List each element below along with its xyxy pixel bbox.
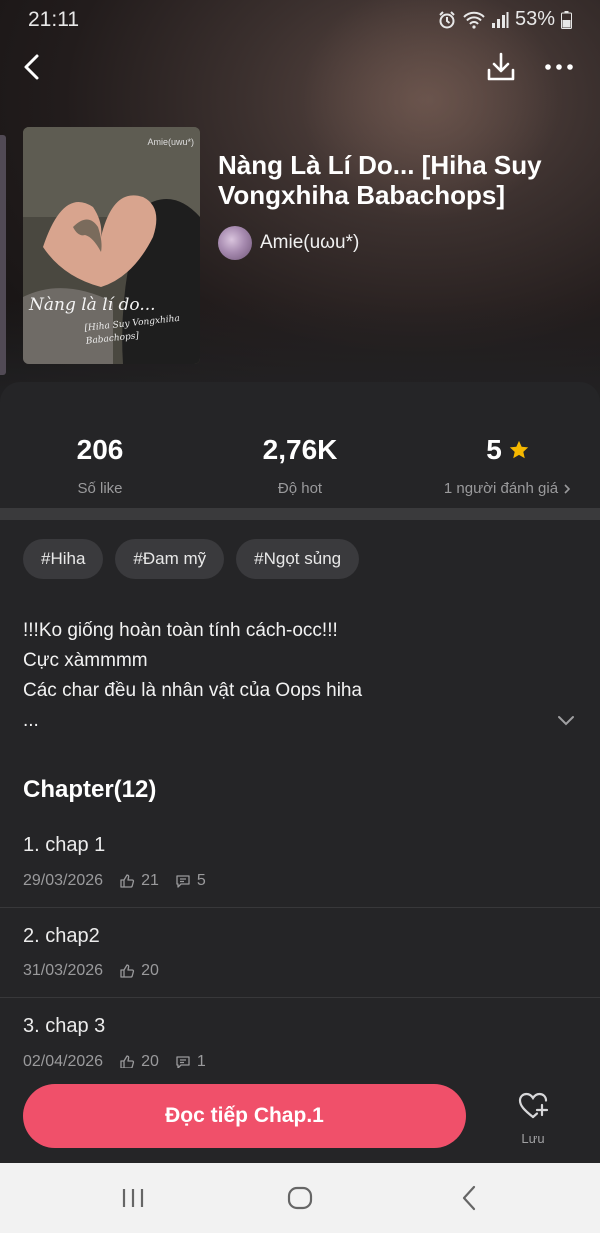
home-button[interactable] [285,1183,315,1213]
description-line: Các char đều là nhân vật của Oops hiha [23,680,363,701]
chevron-right-icon [564,483,571,494]
author-name[interactable]: Amie(uωu*) [260,232,359,254]
status-time: 21:11 [28,8,79,31]
stat-rating-label: 1 người đánh giá [443,480,559,497]
home-icon [287,1186,313,1210]
more-options-button[interactable] [540,48,578,86]
back-button[interactable] [16,50,50,84]
chapter-comments: 5 [196,872,206,889]
comment-icon [176,875,190,888]
chapters-heading: Chapter(12) [23,776,157,803]
tag-chip[interactable]: #Đam mỹ [115,539,225,579]
top-bar [0,42,600,92]
save-button[interactable]: Lưu [508,1090,558,1150]
book-cover[interactable]: Amie(uwu*) Nàng là lí do... [Hiha Suy Vo… [23,127,200,364]
chapter-likes: 20 [141,962,159,979]
content-sheet [0,382,600,1162]
stat-likes-label: Số like [77,480,123,497]
continue-reading-button[interactable]: Đọc tiếp Chap.1 [23,1084,466,1148]
back-arrow-icon [24,54,39,80]
more-dots-icon [545,64,573,70]
recent-apps-icon [122,1189,144,1207]
chapter-divider [0,907,600,908]
description-line: ... [23,710,39,731]
tag-chip[interactable]: #Ngọt sủng [236,539,360,579]
nav-back-button[interactable] [455,1183,485,1213]
author-row[interactable]: Amie(uωu*) [218,226,359,260]
battery-icon [561,10,572,29]
stat-likes-value: 206 [76,434,124,465]
section-divider [0,508,600,520]
wifi-icon [463,11,485,29]
description: !!!Ko giống hoàn toàn tính cách-occ!!! C… [23,616,543,736]
stat-hot: 2,76K Độ hot [200,434,400,497]
stat-hot-value: 2,76K [262,434,338,465]
description-line: !!!Ko giống hoàn toàn tính cách-occ!!! [23,620,338,641]
save-label: Lưu [521,1131,545,1146]
alarm-icon [439,10,455,28]
cover-author-text: Amie(uwu*) [147,137,194,147]
recent-apps-button[interactable] [118,1183,148,1213]
previous-cover-edge[interactable] [0,135,6,375]
chapter-meta: 29/03/2026 21 5 [23,872,206,890]
battery-percent: 53% [514,8,555,30]
author-avatar[interactable] [218,226,252,260]
chapter-date: 29/03/2026 [23,872,104,889]
chapter-title[interactable]: 2. chap2 [23,925,100,948]
download-icon [487,52,515,81]
cover-title-text: Nàng là lí do... [29,295,156,315]
star-icon [509,440,528,459]
like-icon [120,964,135,978]
download-button[interactable] [482,48,520,86]
chapter-title[interactable]: 1. chap 1 [23,834,105,857]
like-icon [120,874,135,888]
chapter-divider [0,997,600,998]
expand-description-button[interactable] [554,708,578,732]
tag-list: #Hiha #Đam mỹ #Ngọt sủng [23,539,360,579]
heart-plus-icon [518,1092,549,1119]
stat-rating[interactable]: 5 1 người đánh giá [408,434,600,497]
chapter-title[interactable]: 3. chap 3 [23,1015,105,1038]
system-navigation-bar [0,1163,600,1233]
status-icons: 53% [437,8,572,31]
chevron-down-icon [558,716,574,726]
description-line: Cực xàmmmm [23,650,148,671]
book-title: Nàng Là Lí Do... [Hiha Suy Vongxhiha Bab… [218,150,542,210]
signal-icon [491,11,509,28]
stat-rating-value: 5 [486,434,502,465]
chapter-likes: 21 [141,872,159,889]
tag-chip[interactable]: #Hiha [23,539,104,579]
nav-back-icon [462,1185,476,1211]
stat-hot-label: Độ hot [277,480,323,497]
status-bar: 21:11 53% [0,0,600,38]
chapter-meta: 31/03/2026 20 [23,962,159,980]
stat-likes: 206 Số like [0,434,200,497]
chapter-date: 31/03/2026 [23,962,104,979]
